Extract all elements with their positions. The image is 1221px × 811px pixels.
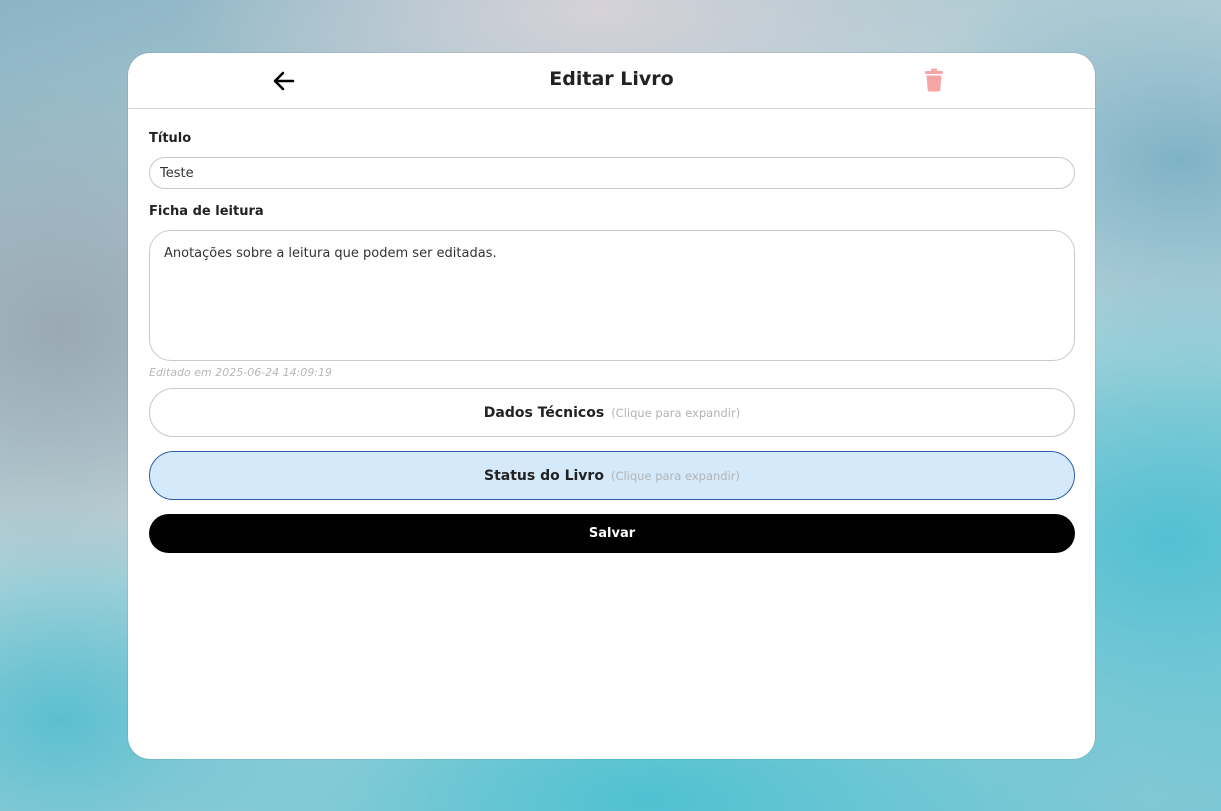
- trash-icon: [925, 68, 943, 92]
- book-status-hint: (Clique para expandir): [610, 468, 740, 483]
- edit-book-panel: Editar Livro Título Ficha de leitura Ano…: [128, 53, 1095, 759]
- form-content: Título Ficha de leitura Anotações sobre …: [149, 130, 1075, 553]
- page-title: Editar Livro: [549, 68, 674, 90]
- book-status-title: Status do Livro: [483, 467, 604, 484]
- delete-button[interactable]: [923, 68, 945, 92]
- title-label: Título: [149, 131, 192, 146]
- technical-data-expander[interactable]: Dados Técnicos (Clique para expandir): [149, 388, 1075, 437]
- save-button[interactable]: Salvar: [149, 514, 1075, 553]
- edited-timestamp: Editado em 2025-06-24 14:09:19: [149, 366, 333, 379]
- book-status-expander[interactable]: Status do Livro (Clique para expandir): [149, 451, 1075, 500]
- panel-header: Editar Livro: [128, 53, 1095, 109]
- notes-label: Ficha de leitura: [149, 204, 264, 219]
- notes-textarea[interactable]: Anotações sobre a leitura que podem ser …: [149, 230, 1075, 361]
- title-input[interactable]: [149, 157, 1075, 189]
- technical-data-hint: (Clique para expandir): [611, 405, 741, 420]
- technical-data-title: Dados Técnicos: [483, 404, 605, 421]
